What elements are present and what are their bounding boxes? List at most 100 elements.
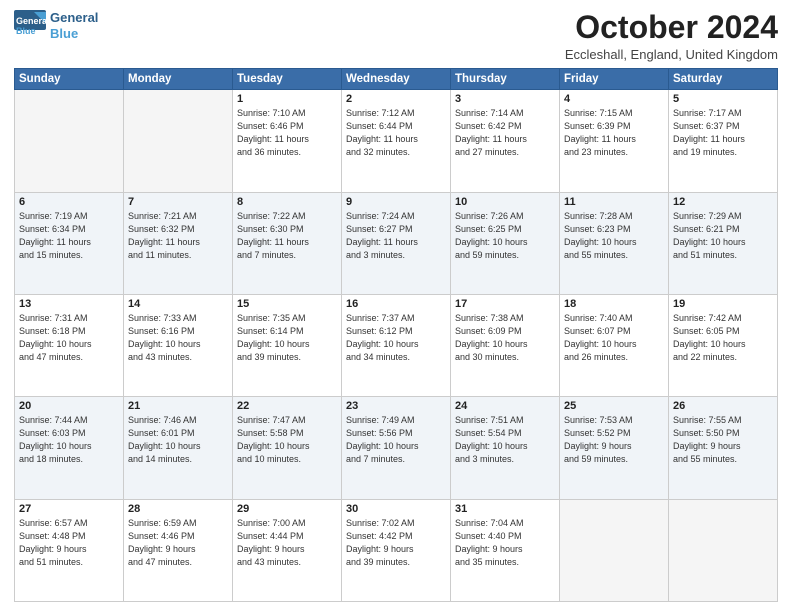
- day-info: Sunrise: 7:29 AM Sunset: 6:21 PM Dayligh…: [673, 210, 773, 262]
- day-number: 15: [237, 298, 337, 310]
- day-info: Sunrise: 7:46 AM Sunset: 6:01 PM Dayligh…: [128, 414, 228, 466]
- day-info: Sunrise: 7:17 AM Sunset: 6:37 PM Dayligh…: [673, 107, 773, 159]
- table-row: 2 Sunrise: 7:12 AM Sunset: 6:44 PM Daylig…: [342, 90, 451, 192]
- day-number: 26: [673, 400, 773, 412]
- table-row: 26 Sunrise: 7:55 AM Sunset: 5:50 PM Dayli…: [669, 397, 778, 499]
- day-info: Sunrise: 7:42 AM Sunset: 6:05 PM Dayligh…: [673, 312, 773, 364]
- day-info: Sunrise: 7:15 AM Sunset: 6:39 PM Dayligh…: [564, 107, 664, 159]
- day-number: 12: [673, 196, 773, 208]
- table-row: 18 Sunrise: 7:40 AM Sunset: 6:07 PM Dayli…: [560, 294, 669, 396]
- col-tuesday: Tuesday: [233, 69, 342, 90]
- header: General Blue General Blue October 2024 E…: [14, 10, 778, 62]
- day-number: 25: [564, 400, 664, 412]
- table-row: 29 Sunrise: 7:00 AM Sunset: 4:44 PM Dayli…: [233, 499, 342, 601]
- table-row: 15Sunrise: 7:35 AM Sunset: 6:14 PM Dayli…: [233, 294, 342, 396]
- day-number: 1: [237, 93, 337, 105]
- day-info: Sunrise: 7:53 AM Sunset: 5:52 PM Dayligh…: [564, 414, 664, 466]
- day-number: 17: [455, 298, 555, 310]
- day-info: Sunrise: 7:10 AM Sunset: 6:46 PM Dayligh…: [237, 107, 337, 159]
- day-number: 3: [455, 93, 555, 105]
- table-row: 23 Sunrise: 7:49 AM Sunset: 5:56 PM Dayli…: [342, 397, 451, 499]
- day-number: 24: [455, 400, 555, 412]
- table-row: 22Sunrise: 7:47 AM Sunset: 5:58 PM Dayli…: [233, 397, 342, 499]
- table-row: 31Sunrise: 7:04 AM Sunset: 4:40 PM Dayli…: [451, 499, 560, 601]
- day-info: Sunrise: 7:38 AM Sunset: 6:09 PM Dayligh…: [455, 312, 555, 364]
- svg-text:Blue: Blue: [16, 26, 36, 36]
- day-info: Sunrise: 7:55 AM Sunset: 5:50 PM Dayligh…: [673, 414, 773, 466]
- day-info: Sunrise: 7:37 AM Sunset: 6:12 PM Dayligh…: [346, 312, 446, 364]
- day-info: Sunrise: 6:59 AM Sunset: 4:46 PM Dayligh…: [128, 517, 228, 569]
- table-row: 11 Sunrise: 7:28 AM Sunset: 6:23 PM Dayli…: [560, 192, 669, 294]
- table-row: [669, 499, 778, 601]
- col-sunday: Sunday: [15, 69, 124, 90]
- table-row: 6Sunrise: 7:19 AM Sunset: 6:34 PM Daylig…: [15, 192, 124, 294]
- table-row: 30 Sunrise: 7:02 AM Sunset: 4:42 PM Dayli…: [342, 499, 451, 601]
- day-info: Sunrise: 7:40 AM Sunset: 6:07 PM Dayligh…: [564, 312, 664, 364]
- table-row: 17 Sunrise: 7:38 AM Sunset: 6:09 PM Dayli…: [451, 294, 560, 396]
- day-info: Sunrise: 7:12 AM Sunset: 6:44 PM Dayligh…: [346, 107, 446, 159]
- table-row: 16 Sunrise: 7:37 AM Sunset: 6:12 PM Dayli…: [342, 294, 451, 396]
- day-number: 20: [19, 400, 119, 412]
- table-row: 28Sunrise: 6:59 AM Sunset: 4:46 PM Dayli…: [124, 499, 233, 601]
- day-number: 4: [564, 93, 664, 105]
- day-info: Sunrise: 7:51 AM Sunset: 5:54 PM Dayligh…: [455, 414, 555, 466]
- day-number: 10: [455, 196, 555, 208]
- month-title: October 2024: [565, 10, 778, 45]
- day-info: Sunrise: 7:44 AM Sunset: 6:03 PM Dayligh…: [19, 414, 119, 466]
- day-number: 2: [346, 93, 446, 105]
- table-row: 7Sunrise: 7:21 AM Sunset: 6:32 PM Daylig…: [124, 192, 233, 294]
- table-row: 4 Sunrise: 7:15 AM Sunset: 6:39 PM Daylig…: [560, 90, 669, 192]
- table-row: [15, 90, 124, 192]
- day-number: 18: [564, 298, 664, 310]
- day-number: 11: [564, 196, 664, 208]
- day-number: 13: [19, 298, 119, 310]
- col-saturday: Saturday: [669, 69, 778, 90]
- day-number: 16: [346, 298, 446, 310]
- day-info: Sunrise: 7:02 AM Sunset: 4:42 PM Dayligh…: [346, 517, 446, 569]
- calendar-table: Sunday Monday Tuesday Wednesday Thursday…: [14, 68, 778, 602]
- logo-blue: Blue: [50, 26, 98, 42]
- table-row: [560, 499, 669, 601]
- col-thursday: Thursday: [451, 69, 560, 90]
- location: Eccleshall, England, United Kingdom: [565, 47, 778, 62]
- day-info: Sunrise: 7:14 AM Sunset: 6:42 PM Dayligh…: [455, 107, 555, 159]
- day-info: Sunrise: 7:31 AM Sunset: 6:18 PM Dayligh…: [19, 312, 119, 364]
- table-row: 1 Sunrise: 7:10 AM Sunset: 6:46 PM Daylig…: [233, 90, 342, 192]
- day-number: 23: [346, 400, 446, 412]
- day-info: Sunrise: 7:00 AM Sunset: 4:44 PM Dayligh…: [237, 517, 337, 569]
- day-number: 8: [237, 196, 337, 208]
- day-number: 5: [673, 93, 773, 105]
- col-friday: Friday: [560, 69, 669, 90]
- day-info: Sunrise: 6:57 AM Sunset: 4:48 PM Dayligh…: [19, 517, 119, 569]
- table-row: [124, 90, 233, 192]
- page: General Blue General Blue October 2024 E…: [0, 0, 792, 612]
- table-row: 3 Sunrise: 7:14 AM Sunset: 6:42 PM Daylig…: [451, 90, 560, 192]
- table-row: 20 Sunrise: 7:44 AM Sunset: 6:03 PM Dayli…: [15, 397, 124, 499]
- table-row: 14Sunrise: 7:33 AM Sunset: 6:16 PM Dayli…: [124, 294, 233, 396]
- table-row: 8Sunrise: 7:22 AM Sunset: 6:30 PM Daylig…: [233, 192, 342, 294]
- day-number: 29: [237, 503, 337, 515]
- day-info: Sunrise: 7:49 AM Sunset: 5:56 PM Dayligh…: [346, 414, 446, 466]
- table-row: 27 Sunrise: 6:57 AM Sunset: 4:48 PM Dayli…: [15, 499, 124, 601]
- svg-text:General: General: [16, 16, 46, 26]
- day-info: Sunrise: 7:24 AM Sunset: 6:27 PM Dayligh…: [346, 210, 446, 262]
- table-row: 9 Sunrise: 7:24 AM Sunset: 6:27 PM Daylig…: [342, 192, 451, 294]
- day-number: 9: [346, 196, 446, 208]
- table-row: 19 Sunrise: 7:42 AM Sunset: 6:05 PM Dayli…: [669, 294, 778, 396]
- table-row: 21 Sunrise: 7:46 AM Sunset: 6:01 PM Dayli…: [124, 397, 233, 499]
- col-monday: Monday: [124, 69, 233, 90]
- table-row: 24 Sunrise: 7:51 AM Sunset: 5:54 PM Dayli…: [451, 397, 560, 499]
- day-info: Sunrise: 7:28 AM Sunset: 6:23 PM Dayligh…: [564, 210, 664, 262]
- table-row: 13 Sunrise: 7:31 AM Sunset: 6:18 PM Dayli…: [15, 294, 124, 396]
- day-number: 19: [673, 298, 773, 310]
- logo-general: General: [50, 10, 98, 26]
- table-row: 12 Sunrise: 7:29 AM Sunset: 6:21 PM Dayli…: [669, 192, 778, 294]
- day-number: 31: [455, 503, 555, 515]
- col-wednesday: Wednesday: [342, 69, 451, 90]
- table-row: 25 Sunrise: 7:53 AM Sunset: 5:52 PM Dayli…: [560, 397, 669, 499]
- day-number: 27: [19, 503, 119, 515]
- day-info: Sunrise: 7:47 AM Sunset: 5:58 PM Dayligh…: [237, 414, 337, 466]
- day-number: 21: [128, 400, 228, 412]
- day-number: 30: [346, 503, 446, 515]
- calendar-header-row: Sunday Monday Tuesday Wednesday Thursday…: [15, 69, 778, 90]
